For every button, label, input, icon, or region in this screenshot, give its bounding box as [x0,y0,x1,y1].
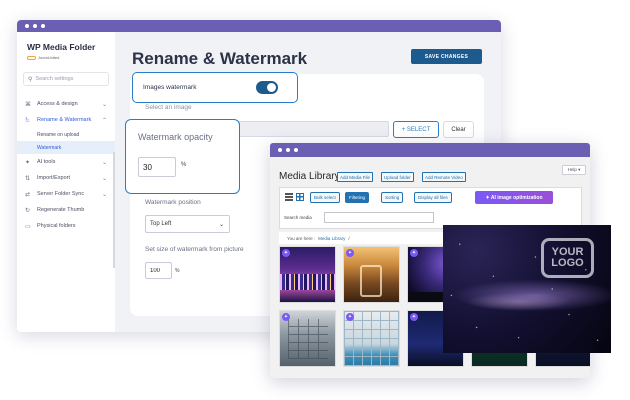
ai-badge-icon: ✦ [346,313,354,321]
brand-name: WP Media Folder [27,42,96,52]
media-thumbnail[interactable]: ✦ [343,246,400,303]
watermark-size-input[interactable] [145,262,172,279]
clear-image-button[interactable]: Clear [443,121,474,138]
chevron-up-icon: ⌃ [101,117,107,124]
search-media-label: Search media [284,215,312,220]
chevron-down-icon: ⌄ [101,175,107,182]
sidebar: WP Media Folder JoomUnited ⚲ Search sett… [17,32,115,332]
subnav-item-rename-on-upload[interactable]: Rename on upload [17,128,115,141]
percent-sign: % [181,162,187,168]
search-settings[interactable]: ⚲ Search settings [23,72,109,86]
sidebar-item-label: Import/Export [37,175,71,181]
breadcrumb-separator: / [348,235,350,241]
refresh-icon: ↻ [25,207,31,214]
media-thumbnail[interactable]: ✦ [343,310,400,367]
sidebar-item-ai-tools[interactable]: ✦ AI tools ⌄ [17,154,115,170]
brand: WP Media Folder JoomUnited [17,32,115,60]
sidebar-item-import-export[interactable]: ⇅ Import/Export ⌄ [17,170,115,186]
sidebar-item-label: AI tools [37,159,56,165]
folder-icon: ▭ [25,223,31,230]
watermark-position-label: Watermark position [145,199,201,206]
media-thumbnail[interactable]: ✦ [279,246,336,303]
sidebar-item-label: Access & design [37,101,78,107]
sidebar-item-label: Server Folder Sync [37,191,85,197]
sidebar-nav: ⌘ Access & design ⌄ ⎁ Rename & Watermark… [17,96,115,234]
images-watermark-label: Images watermark [143,84,197,91]
media-library-title: Media Library [279,171,340,182]
watermark-preview-image: YOUR LOGO [443,225,611,353]
percent-sign: % [175,268,180,274]
sync-icon: ⇄ [25,191,31,198]
ai-badge-icon: ✦ [346,249,354,257]
ai-badge-icon: ✦ [410,249,418,257]
search-placeholder: Search settings [35,76,74,82]
save-changes-button[interactable]: SAVE CHANGES [411,49,482,64]
sidebar-item-label: Regenerate Thumb [37,207,85,213]
ai-badge-icon: ✦ [282,249,290,257]
filtering-button[interactable]: Filtering [345,192,370,203]
sorting-button[interactable]: Sorting [381,192,404,203]
list-view-icon[interactable] [285,193,293,201]
import-export-icon: ⇅ [25,175,31,182]
joomunited-logo-icon [27,55,36,60]
watermark-position-value: Top Left [150,221,172,227]
breadcrumb-prefix: You are here : [287,235,316,241]
search-media-input[interactable] [324,212,434,223]
help-button[interactable]: Help ▾ [562,165,586,175]
watermark-size-label: Set size of watermark from picture [145,246,244,253]
watermark-opacity-label: Watermark opacity [138,132,213,142]
search-icon: ⚲ [28,76,33,83]
window-titlebar [270,143,590,157]
rename-icon: ⎁ [25,116,30,123]
watermark-logo: YOUR LOGO [541,238,594,278]
images-watermark-row: Images watermark [132,72,298,103]
grid-icon: ⌘ [25,101,31,108]
brand-sub-text: JoomUnited [38,55,60,60]
media-thumbnail[interactable]: ✦ [279,310,336,367]
ai-badge-icon: ✦ [282,313,290,321]
chevron-down-icon: ⌄ [101,101,107,108]
sidebar-item-access-design[interactable]: ⌘ Access & design ⌄ [17,96,115,112]
brand-sub: JoomUnited [27,55,115,60]
chevron-down-icon: ⌄ [218,221,224,228]
watermark-image-path-input[interactable] [236,121,389,137]
sidebar-item-label: Rename & Watermark [37,117,92,123]
window-controls[interactable] [25,24,45,28]
ai-icon: ✦ [25,159,31,166]
select-image-button[interactable]: + SELECT [393,121,439,138]
ai-badge-icon: ✦ [410,313,418,321]
display-all-files-button[interactable]: Display all files [414,192,452,203]
watermark-logo-line2: LOGO [551,257,584,269]
watermark-position-select[interactable]: Top Left ⌄ [145,215,230,233]
window-titlebar [17,20,501,32]
images-watermark-toggle[interactable] [256,81,278,94]
ai-image-optimization-label: AI image optimization [490,194,543,201]
sidebar-item-physical-folders[interactable]: ▭ Physical folders [17,218,115,234]
bulk-select-button[interactable]: Bulk select [310,192,340,203]
select-image-label: Select an image [145,104,192,111]
sidebar-item-rename-watermark[interactable]: ⎁ Rename & Watermark ⌃ [17,112,115,128]
chevron-down-icon: ⌄ [101,191,107,198]
window-controls[interactable] [278,148,298,152]
media-toolbar: Bulk select Filtering Sorting Display al… [279,187,582,229]
watermark-opacity-input[interactable] [138,157,176,177]
upload-folder-button[interactable]: Upload folder [381,172,414,182]
add-media-file-button[interactable]: Add Media File [337,172,374,182]
watermark-opacity-section: Watermark opacity % [125,119,240,194]
subnav-item-watermark[interactable]: Watermark [17,141,115,154]
page-title: Rename & Watermark [132,49,308,68]
sidebar-item-label: Physical folders [37,223,76,229]
breadcrumb-media-library[interactable]: Media Library [318,236,345,241]
chevron-down-icon: ⌄ [101,159,107,166]
view-switcher [285,193,304,201]
add-remote-video-button[interactable]: Add Remote Video [422,172,466,182]
ai-image-optimization-button[interactable]: ✦ AI image optimization [475,191,553,204]
sidebar-item-server-folder-sync[interactable]: ⇄ Server Folder Sync ⌄ [17,186,115,202]
sidebar-item-regenerate-thumb[interactable]: ↻ Regenerate Thumb [17,202,115,218]
grid-view-icon[interactable] [296,193,304,201]
